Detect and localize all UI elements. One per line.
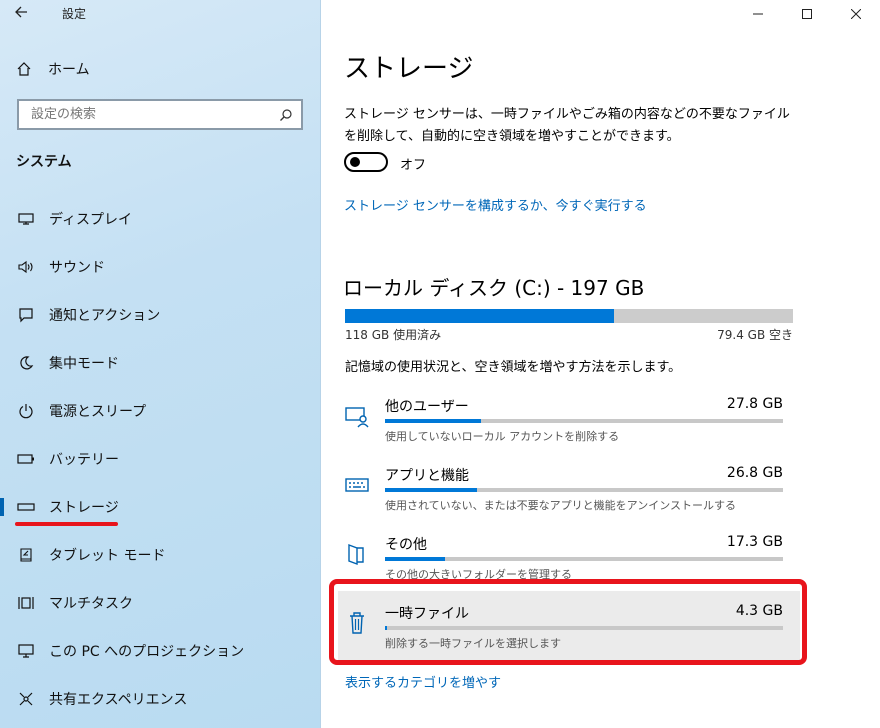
configure-storage-sense-link[interactable]: ストレージ センサーを構成するか、今すぐ実行する (344, 195, 647, 214)
category-size: 26.8 GB (726, 465, 783, 481)
storage-sense-toggle[interactable] (344, 152, 388, 172)
speaker-icon (16, 260, 36, 274)
annotation-underline (15, 522, 118, 526)
sidebar-item-label: 通知とアクション (49, 308, 161, 324)
app-title: 設定 (62, 7, 87, 21)
show-more-categories-link[interactable]: 表示するカテゴリを増やす (345, 672, 501, 691)
annotation-highlight-box (329, 579, 807, 665)
toggle-knob (350, 157, 360, 167)
display-icon (16, 212, 36, 226)
sidebar-item-display[interactable]: ディスプレイ (0, 204, 321, 234)
category-bar-fill (385, 419, 481, 423)
sidebar-item-label: 共有エクスペリエンス (49, 692, 188, 708)
category-name: 他のユーザー (385, 399, 469, 415)
nav-home-label: ホーム (48, 62, 90, 78)
search-box[interactable] (17, 99, 303, 130)
title-bar: 設定 (0, 0, 321, 28)
window-controls (733, 0, 880, 28)
nav-home[interactable]: ホーム (16, 56, 90, 82)
disk-usage-fill (345, 309, 614, 323)
sidebar-item-shared-experiences[interactable]: 共有エクスペリエンス (0, 684, 321, 714)
category-size: 27.8 GB (726, 396, 783, 412)
usage-hint: 記憶域の使用状況と、空き領域を増やす方法を示します。 (345, 360, 682, 375)
maximize-icon (801, 9, 812, 19)
category-apps-features[interactable]: アプリと機能 26.8 GB 使用されていない、または不要なアプリと機能をアンイ… (340, 465, 786, 526)
keyboard-icon (344, 471, 370, 497)
sidebar-item-tablet[interactable]: タブレット モード (0, 540, 321, 570)
page-title: ストレージ (344, 54, 474, 84)
minimize-button[interactable] (733, 0, 782, 28)
close-button[interactable] (831, 0, 880, 28)
sidebar-item-power[interactable]: 電源とスリープ (0, 396, 321, 426)
sidebar-item-projection[interactable]: この PC へのプロジェクション (0, 636, 321, 666)
category-bar (385, 488, 783, 492)
sidebar-item-label: バッテリー (49, 452, 119, 468)
category-description: 使用されていない、または不要なアプリと機能をアンインストールする (385, 499, 737, 512)
folder-icon (344, 540, 370, 566)
notification-icon (16, 307, 36, 323)
sidebar-item-label: サウンド (49, 260, 105, 276)
disk-title: ローカル ディスク (C:) - 197 GB (343, 276, 645, 300)
moon-icon (16, 355, 36, 371)
toggle-state-label: オフ (400, 158, 427, 173)
sidebar-item-battery[interactable]: バッテリー (0, 444, 321, 474)
multitask-icon (16, 595, 36, 611)
section-heading-system: システム (16, 154, 72, 170)
sidebar-item-label: タブレット モード (49, 548, 166, 564)
disk-free-text: 79.4 GB 空き (717, 328, 793, 342)
close-icon (850, 9, 861, 19)
sidebar-item-label: この PC へのプロジェクション (49, 644, 245, 660)
category-bar-fill (385, 557, 445, 561)
sidebar-item-label: 集中モード (49, 356, 119, 372)
sidebar-item-multitask[interactable]: マルチタスク (0, 588, 321, 618)
minimize-icon (752, 13, 763, 15)
tablet-icon (16, 547, 36, 563)
sidebar-item-label: ディスプレイ (49, 212, 133, 228)
back-arrow-icon[interactable] (14, 4, 28, 23)
sidebar-item-notifications[interactable]: 通知とアクション (0, 300, 321, 330)
search-icon[interactable] (279, 107, 293, 126)
storage-sense-description: ストレージ センサーは、一時ファイルやごみ箱の内容などの不要なファイルを削除して… (344, 107, 790, 144)
category-bar (385, 419, 783, 423)
category-other-users[interactable]: 他のユーザー 27.8 GB 使用していないローカル アカウントを削除する (340, 396, 786, 457)
projection-icon (16, 643, 36, 659)
category-size: 17.3 GB (726, 534, 783, 550)
storage-icon (16, 503, 36, 511)
share-icon (16, 691, 36, 707)
sidebar-item-label: マルチタスク (49, 596, 133, 612)
sidebar: 設定 ホーム システム ディスプレイ サウンド 通知とアクション 集中モード 電… (0, 0, 321, 728)
category-bar-fill (385, 488, 477, 492)
category-name: その他 (385, 537, 427, 553)
category-bar (385, 557, 783, 561)
sidebar-item-label: 電源とスリープ (49, 404, 147, 420)
category-name: アプリと機能 (385, 468, 469, 484)
maximize-button[interactable] (782, 0, 831, 28)
active-indicator (0, 498, 4, 516)
power-icon (16, 403, 36, 419)
search-input[interactable] (29, 106, 273, 123)
battery-icon (16, 454, 36, 464)
home-icon (17, 62, 31, 76)
sidebar-item-sound[interactable]: サウンド (0, 252, 321, 282)
main-content: ストレージ ストレージ センサーは、一時ファイルやごみ箱の内容などの不要なファイ… (322, 0, 880, 728)
sidebar-item-focus[interactable]: 集中モード (0, 348, 321, 378)
sidebar-item-storage[interactable]: ストレージ (0, 492, 321, 522)
disk-used-text: 118 GB 使用済み (345, 328, 442, 342)
disk-usage-bar (345, 309, 793, 323)
category-description: 使用していないローカル アカウントを削除する (385, 430, 620, 443)
users-icon (344, 402, 370, 428)
sidebar-item-label: ストレージ (49, 500, 119, 516)
